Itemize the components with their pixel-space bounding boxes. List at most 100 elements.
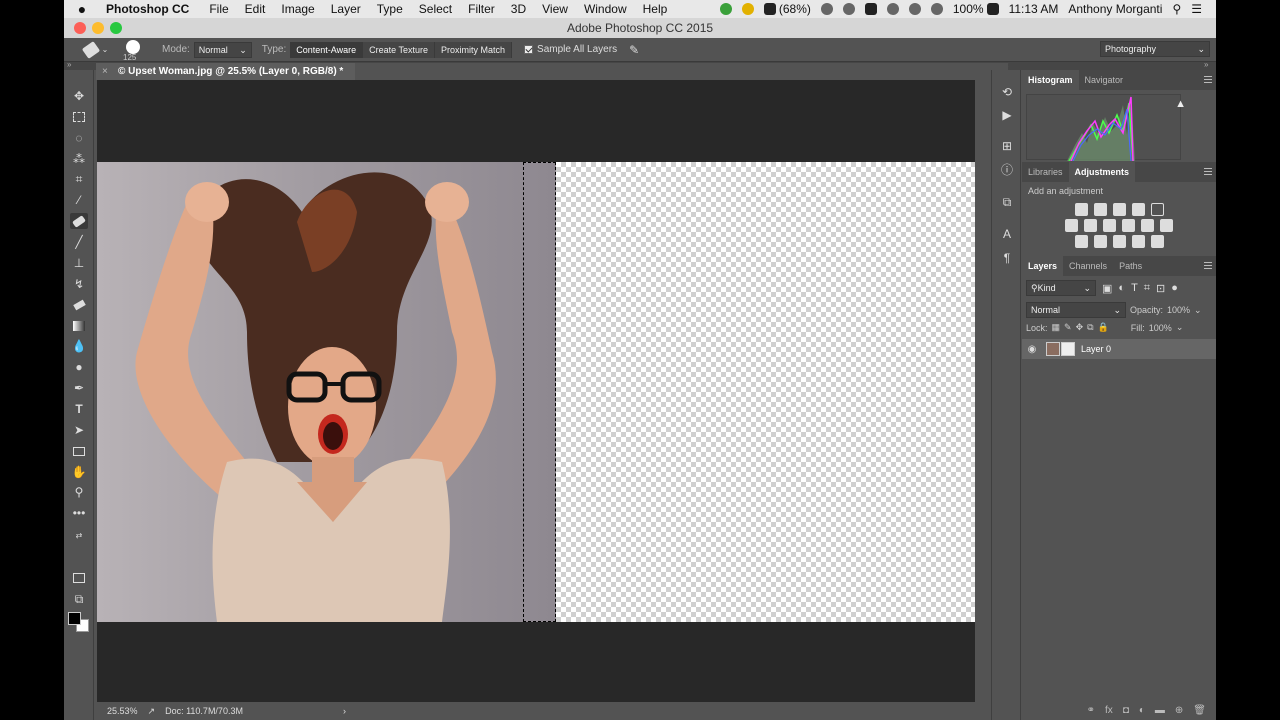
panel-menu-icon[interactable] <box>1204 168 1212 175</box>
tab-channels[interactable]: Channels <box>1063 256 1113 276</box>
more-tools-icon[interactable]: ••• <box>70 505 88 521</box>
layer-row[interactable]: ◉ Layer 0 <box>1022 339 1216 359</box>
eraser-tool-icon[interactable] <box>70 297 88 313</box>
quick-selection-tool-icon[interactable]: ⁂ <box>70 151 88 167</box>
character-panel-icon[interactable]: A <box>999 226 1015 242</box>
lasso-tool-icon[interactable]: ◌ <box>70 130 88 146</box>
volume-icon[interactable] <box>908 3 921 15</box>
tab-histogram[interactable]: Histogram <box>1022 70 1079 90</box>
filter-smart-object-icon[interactable]: ⊡ <box>1156 282 1165 295</box>
link-layers-icon[interactable]: ⚭ <box>1087 705 1095 716</box>
zoom-level[interactable]: 25.53% <box>107 706 138 716</box>
filter-pixel-icon[interactable]: ▣ <box>1102 282 1112 295</box>
close-document-icon[interactable]: × <box>102 63 108 80</box>
filter-type-icon[interactable]: T <box>1131 282 1138 294</box>
type-tool-icon[interactable]: T <box>70 401 88 417</box>
curves-icon[interactable] <box>1112 203 1126 216</box>
drive-icon[interactable] <box>864 3 877 15</box>
history-brush-tool-icon[interactable]: ↯ <box>70 276 88 292</box>
levels-icon[interactable] <box>1093 203 1107 216</box>
properties-panel-icon[interactable]: ⊞ <box>999 138 1015 154</box>
color-balance-icon[interactable] <box>1084 219 1097 232</box>
menu-help[interactable]: Help <box>635 2 676 16</box>
crop-tool-icon[interactable]: ⌗ <box>70 171 88 187</box>
share-icon[interactable]: ↗ <box>148 706 156 717</box>
invert-icon[interactable] <box>1074 235 1088 248</box>
move-tool-icon[interactable]: ✥ <box>70 88 88 104</box>
quick-mask-icon[interactable] <box>70 570 88 586</box>
layer-name[interactable]: Layer 0 <box>1081 344 1111 354</box>
threshold-icon[interactable] <box>1112 235 1126 248</box>
menu-layer[interactable]: Layer <box>323 2 369 16</box>
blur-tool-icon[interactable]: 💧 <box>70 338 88 354</box>
chevron-down-icon[interactable]: ⌄ <box>1176 322 1184 333</box>
channel-mixer-icon[interactable] <box>1141 219 1154 232</box>
fill-value[interactable]: 100% <box>1149 323 1172 333</box>
color-swatches[interactable] <box>68 610 92 634</box>
menu-3d[interactable]: 3D <box>503 2 534 16</box>
color-lookup-icon[interactable] <box>1160 219 1173 232</box>
brush-tool-icon[interactable]: ╱ <box>70 234 88 250</box>
clock[interactable]: 11:13 AM <box>1009 2 1059 16</box>
brush-preset-picker[interactable]: 125 <box>120 39 152 62</box>
filter-toggle-icon[interactable]: ● <box>1171 282 1178 294</box>
history-panel-icon[interactable]: ⟲ <box>999 84 1015 100</box>
status-menu-arrow-icon[interactable]: › <box>343 706 346 716</box>
selection-marquee[interactable] <box>523 162 556 622</box>
screen-mode-icon[interactable]: ⧉ <box>70 591 88 607</box>
new-group-icon[interactable]: ▬ <box>1155 705 1165 716</box>
selective-color-icon[interactable] <box>1131 235 1145 248</box>
panel-menu-icon[interactable] <box>1204 76 1212 83</box>
new-layer-icon[interactable]: ⊕ <box>1175 705 1183 716</box>
warning-icon[interactable]: ▲ <box>1175 98 1186 110</box>
black-white-icon[interactable] <box>1103 219 1116 232</box>
menu-image[interactable]: Image <box>273 2 322 16</box>
lock-artboard-icon[interactable]: ⧉ <box>1087 322 1093 333</box>
menu-type[interactable]: Type <box>369 2 411 16</box>
zoom-window-button[interactable] <box>110 22 122 34</box>
zoom-tool-icon[interactable]: ⚲ <box>70 484 88 500</box>
filter-shape-icon[interactable]: ⌗ <box>1144 282 1150 295</box>
close-window-button[interactable] <box>74 22 86 34</box>
type-create-texture-button[interactable]: Create Texture <box>363 41 436 58</box>
gradient-tool-icon[interactable] <box>70 318 88 334</box>
menu-file[interactable]: File <box>201 2 236 16</box>
blend-mode-dropdown[interactable]: Normal ⌄ <box>1026 302 1126 318</box>
menu-select[interactable]: Select <box>411 2 460 16</box>
airplay-icon[interactable] <box>886 3 899 15</box>
filter-adjustment-icon[interactable]: ◐ <box>1118 282 1125 294</box>
tool-preset-picker[interactable]: ⌄ <box>76 40 116 60</box>
pressure-icon[interactable]: ✎ <box>629 43 639 57</box>
canvas-area[interactable] <box>97 80 975 702</box>
photo-filter-icon[interactable] <box>1122 219 1135 232</box>
posterize-icon[interactable] <box>1093 235 1107 248</box>
add-mask-icon[interactable]: ◘ <box>1123 705 1129 716</box>
list-icon[interactable]: ☰ <box>1191 2 1202 16</box>
actions-panel-icon[interactable]: ▶ <box>999 107 1015 123</box>
search-icon[interactable]: ⚲ <box>1172 2 1181 16</box>
lock-transparent-icon[interactable]: ▦ <box>1052 322 1061 333</box>
sync-icon[interactable] <box>741 3 754 15</box>
info-panel-icon[interactable]: ⓘ <box>999 162 1015 178</box>
display-icon[interactable] <box>820 3 833 15</box>
layer-style-icon[interactable]: fx <box>1105 705 1113 716</box>
tab-layers[interactable]: Layers <box>1022 256 1064 276</box>
tab-libraries[interactable]: Libraries <box>1022 162 1069 182</box>
menu-view[interactable]: View <box>534 2 576 16</box>
menu-filter[interactable]: Filter <box>460 2 503 16</box>
eye-icon[interactable]: ◉ <box>1022 344 1042 355</box>
chevron-down-icon[interactable]: ⌄ <box>1194 305 1202 316</box>
evernote-icon[interactable] <box>719 3 732 15</box>
filter-kind-dropdown[interactable]: ⚲Kind ⌄ <box>1026 280 1096 296</box>
marquee-tool-icon[interactable] <box>70 109 88 125</box>
exposure-icon[interactable] <box>1131 203 1145 216</box>
foreground-color-swatch[interactable] <box>68 612 81 625</box>
path-selection-tool-icon[interactable]: ➤ <box>70 422 88 438</box>
vibrance-icon[interactable] <box>1150 203 1164 216</box>
brightness-contrast-icon[interactable] <box>1074 203 1088 216</box>
sample-all-layers-checkbox[interactable] <box>524 45 534 54</box>
eyedropper-tool-icon[interactable]: ⁄ <box>70 192 88 208</box>
pen-tool-icon[interactable]: ✒ <box>70 380 88 396</box>
battery-status[interactable]: 100% <box>953 2 999 16</box>
wifi-icon[interactable] <box>930 3 943 15</box>
